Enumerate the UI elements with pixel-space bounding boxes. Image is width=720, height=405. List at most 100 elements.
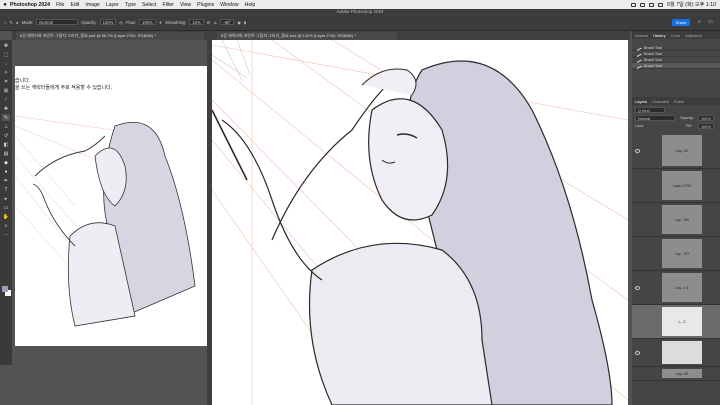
- app-name[interactable]: Photoshop 2024: [10, 2, 50, 8]
- frame-tool-icon[interactable]: ⊠: [2, 87, 10, 94]
- layer-row[interactable]: Lay...83: [632, 367, 720, 381]
- pressure-size-icon[interactable]: ◉: [237, 20, 241, 25]
- angle-icon[interactable]: ∠: [214, 20, 218, 25]
- menu-type[interactable]: Type: [125, 2, 136, 8]
- menu-edit[interactable]: Edit: [70, 2, 79, 8]
- search-icon[interactable]: ⌕: [698, 19, 701, 25]
- character-illustration-large: [212, 40, 628, 405]
- pressure-opacity-icon[interactable]: ◎: [119, 20, 123, 25]
- shape-tool-icon[interactable]: ▭: [2, 204, 10, 211]
- smoothing-field[interactable]: 10%: [189, 19, 204, 25]
- tab-channels[interactable]: Channels: [652, 99, 669, 104]
- eye-icon[interactable]: [635, 285, 640, 290]
- menu-select[interactable]: Select: [142, 2, 156, 8]
- canvas-text-line-2: 을 쓰는 캐릭터들에게 주로 적용할 수 있습니다.: [15, 85, 113, 91]
- tools-panel: ✥ ⬚ ◌ ✧ ⌗ ⊠ ⁄ ✚ ✎ ⊥ ↺ ◧ ▤ ◆ ● ✒ T ▸ ▭ ✋ …: [0, 40, 12, 365]
- layer-opacity-field[interactable]: 100%: [698, 115, 714, 121]
- stamp-tool-icon[interactable]: ⊥: [2, 123, 10, 130]
- wifi-icon[interactable]: [640, 2, 646, 7]
- lock-label: Lock:: [635, 124, 645, 128]
- quick-select-tool-icon[interactable]: ✧: [2, 69, 10, 76]
- zoom-tool-icon[interactable]: ⌕: [2, 222, 10, 229]
- tab-layers[interactable]: Layers: [635, 99, 647, 104]
- opacity-label: Opacity:: [81, 19, 97, 25]
- menu-plugins[interactable]: Plugins: [197, 2, 214, 8]
- brush-preset-icon[interactable]: ✎: [10, 20, 14, 25]
- character-illustration-small: [15, 115, 196, 327]
- layer-row[interactable]: [632, 339, 720, 367]
- crop-tool-icon[interactable]: ⌗: [2, 78, 10, 85]
- menu-image[interactable]: Image: [85, 2, 99, 8]
- layers-panel-tabs: Layers Channels Paths: [632, 97, 720, 105]
- eye-icon[interactable]: [635, 148, 640, 153]
- battery-icon[interactable]: [631, 2, 637, 7]
- mode-select[interactable]: Normal: [36, 19, 79, 25]
- control-center-icon[interactable]: [658, 2, 664, 7]
- menu-layer[interactable]: Layer: [106, 2, 119, 8]
- path-select-tool-icon[interactable]: ▸: [2, 195, 10, 202]
- tab-history[interactable]: History: [653, 33, 665, 38]
- history-brush-tool-icon[interactable]: ↺: [2, 132, 10, 139]
- brush-size-icon[interactable]: ●: [16, 20, 19, 25]
- layer-fill-field[interactable]: 100%: [698, 123, 714, 129]
- gradient-tool-icon[interactable]: ▤: [2, 150, 10, 157]
- blur-tool-icon[interactable]: ◆: [2, 159, 10, 166]
- eraser-tool-icon[interactable]: ◧: [2, 141, 10, 148]
- marquee-tool-icon[interactable]: ⬚: [2, 51, 10, 58]
- history-list: Brush Tool Brush Tool Brush Tool Brush T…: [632, 39, 720, 83]
- angle-field[interactable]: -60°: [220, 19, 235, 25]
- opacity-label: Opacity:: [680, 116, 694, 120]
- apple-icon[interactable]: ●: [0, 2, 10, 8]
- dodge-tool-icon[interactable]: ●: [2, 168, 10, 175]
- share-button[interactable]: Share: [672, 19, 690, 26]
- layer-row-selected[interactable]: L...3: [632, 305, 720, 339]
- tab-paths[interactable]: Paths: [674, 99, 684, 104]
- window-title: Adobe Photoshop 2024: [336, 9, 384, 14]
- opacity-field[interactable]: 100%: [99, 19, 117, 25]
- layer-thumbnail: Lay...760: [662, 205, 702, 234]
- layer-row[interactable]: Lay...x 1: [632, 271, 720, 305]
- type-tool-icon[interactable]: T: [2, 186, 10, 193]
- blend-mode-select[interactable]: Normal: [635, 115, 675, 121]
- menu-window[interactable]: Window: [220, 2, 238, 8]
- eyedropper-tool-icon[interactable]: ⁄: [2, 96, 10, 103]
- flow-field[interactable]: 100%: [138, 19, 156, 25]
- history-item-current[interactable]: Brush Tool: [632, 63, 720, 69]
- gear-icon[interactable]: ⚙: [207, 20, 211, 25]
- smoothing-label: Smoothing:: [165, 19, 187, 25]
- menu-file[interactable]: File: [56, 2, 64, 8]
- healing-tool-icon[interactable]: ✚: [2, 105, 10, 112]
- layer-row[interactable]: Lay...757: [632, 237, 720, 271]
- hand-tool-icon[interactable]: ✋: [2, 213, 10, 220]
- tab-adjustments[interactable]: Adjustme: [685, 33, 702, 38]
- lasso-tool-icon[interactable]: ◌: [2, 60, 10, 67]
- menu-help[interactable]: Help: [245, 2, 256, 8]
- layer-row[interactable]: Lay...760: [632, 203, 720, 237]
- document-tabs: 6강 캐릭터와 포인트 그림자 그리기_필요.psd @ 66.7% (Laye…: [12, 31, 630, 40]
- canvas-document-1[interactable]: 습니다. 을 쓰는 캐릭터들에게 주로 적용할 수 있습니다.: [15, 66, 207, 346]
- menu-view[interactable]: View: [180, 2, 191, 8]
- tab-actions[interactable]: Actions: [635, 33, 648, 38]
- search-icon[interactable]: [649, 2, 655, 7]
- brush-tool-icon[interactable]: ✎: [2, 114, 10, 121]
- more-tools-icon[interactable]: ···: [2, 231, 10, 238]
- doc-tab-1[interactable]: 6강 캐릭터와 포인트 그림자 그리기_필요.psd @ 66.7% (Laye…: [16, 32, 204, 40]
- airbrush-icon[interactable]: ✈: [159, 20, 163, 25]
- foreground-color-swatch[interactable]: [2, 286, 8, 292]
- doc-tab-2[interactable]: 6강 캐릭터와 포인트 그림자 그리기_필요.psd @ 142% (Layer…: [217, 32, 397, 40]
- canvas-document-2[interactable]: [212, 40, 628, 405]
- move-tool-icon[interactable]: ✥: [2, 42, 10, 49]
- home-icon[interactable]: ⌂: [4, 20, 7, 25]
- canvas-text-line-1: 습니다.: [15, 78, 31, 84]
- eye-icon[interactable]: [635, 350, 640, 355]
- menu-filter[interactable]: Filter: [162, 2, 174, 8]
- layer-filter-kind[interactable]: Q Kind: [635, 107, 665, 113]
- clock[interactable]: 6월 7일 (화) 오후 1:10: [667, 1, 716, 8]
- workspace-icon[interactable]: ▭: [708, 19, 713, 25]
- layer-thumbnail: L...3: [662, 307, 702, 336]
- symmetry-icon[interactable]: ⧫: [244, 20, 246, 25]
- pen-tool-icon[interactable]: ✒: [2, 177, 10, 184]
- tab-color[interactable]: Color: [671, 33, 681, 38]
- layer-row[interactable]: Layer 2759: [632, 169, 720, 203]
- layer-row[interactable]: Lay...60: [632, 133, 720, 169]
